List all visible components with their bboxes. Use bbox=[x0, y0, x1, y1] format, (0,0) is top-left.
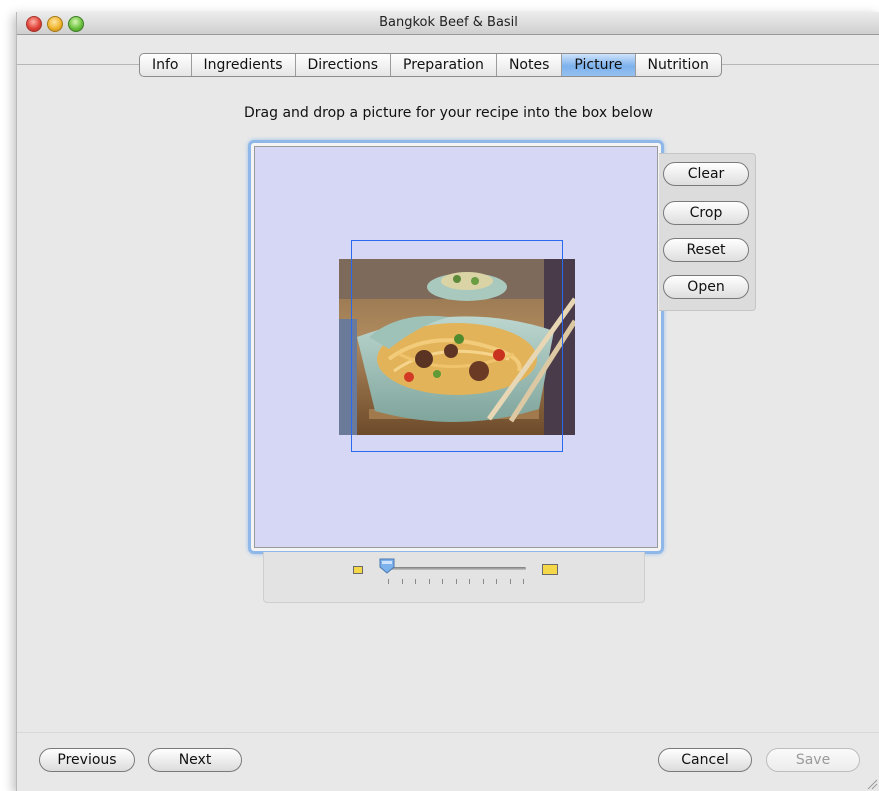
large-image-icon bbox=[542, 564, 558, 575]
picture-actions-panel: Clear Crop Reset Open bbox=[659, 153, 756, 311]
tab-preparation[interactable]: Preparation bbox=[391, 54, 497, 76]
zoom-slider-thumb[interactable] bbox=[379, 558, 395, 574]
clear-button[interactable]: Clear bbox=[663, 162, 749, 186]
zoom-slider-ticks bbox=[388, 579, 524, 585]
picture-canvas bbox=[254, 146, 658, 548]
tab-notes[interactable]: Notes bbox=[497, 54, 563, 76]
zoom-slider-tick bbox=[510, 579, 511, 584]
zoom-slider-tick bbox=[496, 579, 497, 584]
tab-nutrition[interactable]: Nutrition bbox=[636, 54, 721, 76]
zoom-slider-tick bbox=[429, 579, 430, 584]
cancel-button[interactable]: Cancel bbox=[658, 748, 752, 772]
recipe-window: Bangkok Beef & Basil Info Ingredients Di… bbox=[16, 12, 879, 791]
footer-bar: Previous Next Cancel Save bbox=[17, 732, 879, 791]
reset-button[interactable]: Reset bbox=[663, 238, 749, 262]
zoom-slider-track[interactable] bbox=[382, 567, 526, 570]
zoom-slider-tick bbox=[483, 579, 484, 584]
save-button[interactable]: Save bbox=[766, 748, 860, 772]
picture-drop-area[interactable] bbox=[248, 140, 664, 554]
tab-directions[interactable]: Directions bbox=[296, 54, 392, 76]
tab-ingredients[interactable]: Ingredients bbox=[192, 54, 296, 76]
zoom-slider-panel bbox=[263, 552, 645, 603]
zoom-slider-tick bbox=[456, 579, 457, 584]
previous-button[interactable]: Previous bbox=[39, 748, 135, 772]
zoom-slider-tick bbox=[442, 579, 443, 584]
tab-bar: Info Ingredients Directions Preparation … bbox=[139, 53, 722, 77]
zoom-slider-tick bbox=[469, 579, 470, 584]
tab-info[interactable]: Info bbox=[140, 54, 192, 76]
crop-button[interactable]: Crop bbox=[663, 201, 749, 225]
next-button[interactable]: Next bbox=[148, 748, 242, 772]
zoom-slider-tick bbox=[415, 579, 416, 584]
open-button[interactable]: Open bbox=[663, 275, 749, 299]
small-image-icon bbox=[353, 566, 363, 574]
window-title: Bangkok Beef & Basil bbox=[379, 15, 518, 30]
zoom-slider-tick bbox=[523, 579, 524, 584]
zoom-slider-tick bbox=[388, 579, 389, 584]
picture-instructions: Drag and drop a picture for your recipe … bbox=[244, 105, 653, 121]
title-bar[interactable]: Bangkok Beef & Basil bbox=[17, 12, 879, 35]
zoom-slider-tick bbox=[402, 579, 403, 584]
tab-picture[interactable]: Picture bbox=[562, 54, 636, 76]
resize-grip-icon[interactable] bbox=[866, 778, 878, 790]
crop-selection-frame[interactable] bbox=[351, 240, 563, 452]
